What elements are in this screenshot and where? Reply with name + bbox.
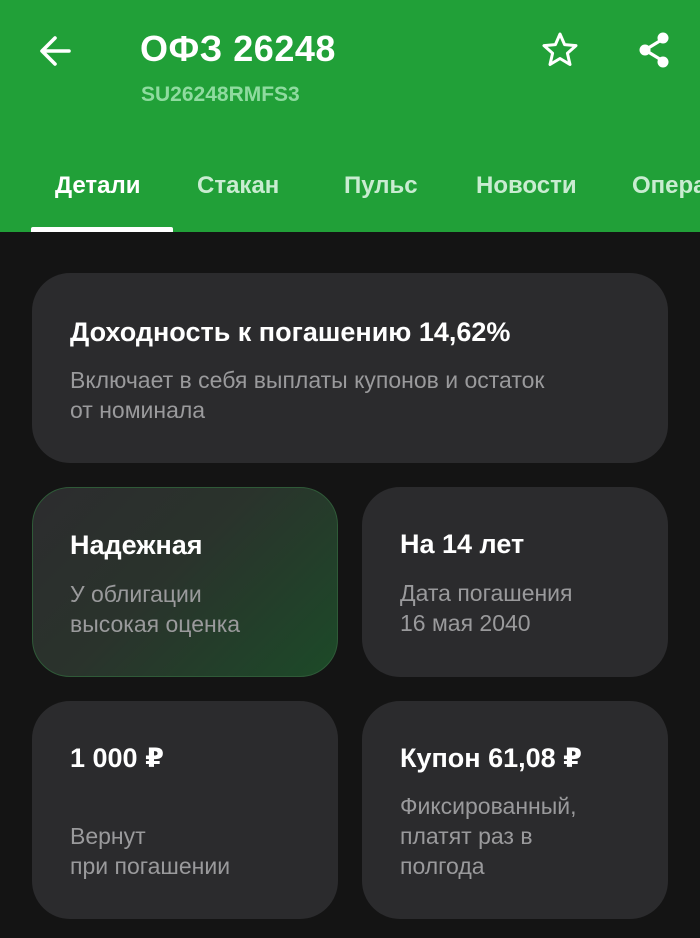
tab-pulse[interactable]: Пульс: [344, 170, 418, 202]
nominal-desc-line1: Вернут: [70, 823, 146, 849]
term-desc-line1: Дата погашения: [400, 580, 573, 606]
page-title: ОФЗ 26248: [140, 28, 336, 69]
yield-card[interactable]: Доходность к погашению 14,62% Включает в…: [32, 273, 668, 463]
tab-order-book[interactable]: Стакан: [197, 170, 279, 202]
coupon-desc-line2: платят раз в: [400, 823, 533, 849]
tab-news[interactable]: Новости: [476, 170, 577, 202]
nominal-card[interactable]: 1 000 ₽ Вернут при погашении: [32, 701, 338, 919]
nominal-desc-line2: при погашении: [70, 853, 231, 879]
isin-code: SU26248RMFS3: [141, 83, 300, 106]
coupon-title: Купон 61,08 ₽: [400, 743, 582, 773]
tab-details[interactable]: Детали: [55, 170, 141, 202]
yield-title: Доходность к погашению 14,62%: [70, 317, 511, 347]
coupon-card[interactable]: Купон 61,08 ₽ Фиксированный, платят раз …: [362, 701, 668, 919]
reliability-title: Надежная: [70, 530, 203, 560]
star-outline-icon: [542, 32, 578, 66]
app-header: ОФЗ 26248 SU26248RMFS3 Детали Стакан Пул…: [0, 0, 700, 232]
yield-desc-line2: от номинала: [70, 397, 206, 423]
term-title: На 14 лет: [400, 529, 525, 559]
yield-desc-line1: Включает в себя выплаты купонов и остато…: [70, 367, 545, 393]
coupon-desc-line1: Фиксированный,: [400, 793, 577, 819]
share-button[interactable]: [630, 26, 678, 74]
tab-operations[interactable]: Опера: [632, 170, 700, 202]
reliability-desc-line2: высокая оценка: [70, 611, 241, 637]
active-tab-indicator: [31, 227, 173, 232]
back-button[interactable]: [30, 26, 80, 76]
arrow-left-icon: [40, 36, 71, 66]
maturity-date: 16 мая 2040: [400, 610, 531, 636]
term-card[interactable]: На 14 лет Дата погашения 16 мая 2040: [362, 487, 668, 677]
coupon-desc-line3: полгода: [400, 853, 485, 879]
nominal-title: 1 000 ₽: [70, 743, 164, 773]
reliability-card[interactable]: Надежная У облигации высокая оценка: [32, 487, 338, 677]
share-icon: [639, 32, 669, 68]
favorite-button[interactable]: [536, 26, 584, 74]
reliability-desc-line1: У облигации: [70, 581, 202, 607]
